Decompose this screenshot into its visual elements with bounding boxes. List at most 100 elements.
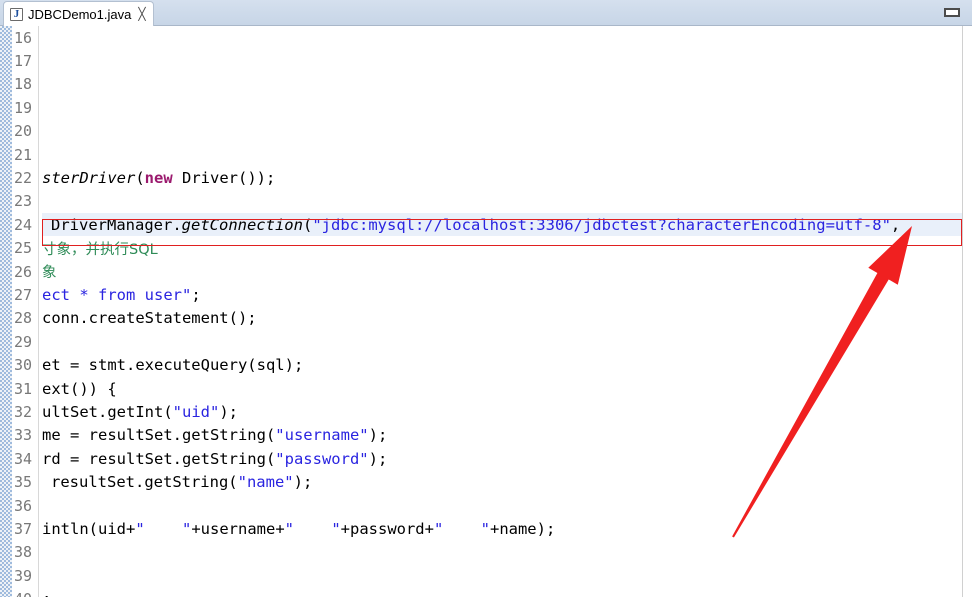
- code-line[interactable]: 34 rd = resultSet.getString("password");: [0, 447, 972, 470]
- code-text: sterDriver(new Driver());: [42, 169, 275, 187]
- code-line[interactable]: 28 conn.createStatement();: [0, 307, 972, 330]
- code-line[interactable]: 38: [0, 541, 972, 564]
- code-line[interactable]: 18: [0, 73, 972, 96]
- code-line[interactable]: 24 DriverManager.getConnection("jdbc:mysq…: [0, 213, 972, 237]
- eclipse-editor-window: J JDBCDemo1.java ╳ 16 17 18 19 20 21 22 sterDri…: [0, 0, 972, 597]
- java-file-icon: J: [10, 7, 23, 21]
- code-text: rd = resultSet.getString("password");: [42, 450, 387, 468]
- code-token: "jdbc:mysql://localhost:3306/jdbctest?ch…: [312, 215, 891, 234]
- line-number: 38: [13, 543, 32, 562]
- line-number: 37: [13, 519, 32, 538]
- code-text: ;: [42, 590, 51, 597]
- line-number: 32: [13, 402, 32, 421]
- code-token: "uid": [172, 402, 220, 421]
- code-line[interactable]: 40;: [0, 587, 972, 597]
- line-number: 24: [13, 215, 32, 234]
- code-token: +password+: [340, 519, 434, 538]
- code-token: ultSet.getInt(: [42, 402, 173, 421]
- code-token: +username+: [191, 519, 285, 538]
- line-number: 17: [13, 52, 32, 71]
- code-token: new: [144, 169, 173, 188]
- line-number: 40: [0, 590, 32, 597]
- code-line[interactable]: 30 et = stmt.executeQuery(sql);: [0, 353, 972, 376]
- line-number: 26: [13, 262, 32, 281]
- code-token: (: [302, 215, 313, 234]
- code-text: resultSet.getString("name");: [51, 473, 312, 491]
- line-number: 16: [13, 28, 32, 47]
- code-token: );: [368, 449, 388, 468]
- code-line[interactable]: 21: [0, 143, 972, 166]
- code-token: 象: [42, 265, 57, 282]
- code-line[interactable]: 25 寸象，并执行SQL: [0, 237, 972, 260]
- code-token: ect * from user": [42, 285, 192, 304]
- code-token: ;: [191, 285, 201, 304]
- code-token: et = stmt.executeQuery(sql);: [42, 356, 304, 375]
- code-line[interactable]: 23: [0, 190, 972, 213]
- code-token: 寸象，并执行SQL: [42, 241, 158, 258]
- code-token: DriverManager.: [51, 215, 182, 234]
- code-token: (: [135, 169, 145, 188]
- editor-tab-label: JDBCDemo1.java: [28, 6, 132, 22]
- code-text: ultSet.getInt("uid");: [42, 403, 238, 421]
- code-token: Driver());: [172, 169, 276, 188]
- line-number: 35: [13, 473, 32, 492]
- code-token: getConnection: [181, 215, 303, 234]
- code-token: " ": [284, 519, 341, 538]
- code-editor-area[interactable]: 16 17 18 19 20 21 22 sterDriver(new Driver()); 2…: [0, 26, 972, 597]
- code-token: );: [368, 426, 388, 445]
- code-line[interactable]: 17: [0, 49, 972, 72]
- maximize-icon[interactable]: [944, 8, 960, 17]
- code-token: +name);: [489, 519, 556, 538]
- code-text: intln(uid+" "+username+" "+password+" "+…: [42, 520, 555, 538]
- line-number: 30: [13, 356, 32, 375]
- code-token: conn.createStatement();: [42, 309, 257, 328]
- code-token: "name": [237, 473, 294, 492]
- code-line[interactable]: 39: [0, 564, 972, 587]
- code-token: me = resultSet.getString(: [42, 426, 276, 445]
- code-text: me = resultSet.getString("username");: [42, 426, 387, 444]
- code-text: et = stmt.executeQuery(sql);: [42, 356, 303, 374]
- code-token: sterDriver: [42, 169, 136, 188]
- line-number: 33: [13, 426, 32, 445]
- code-line[interactable]: 37 intln(uid+" "+username+" "+password+" …: [0, 517, 972, 540]
- code-text: 象: [42, 261, 57, 282]
- code-line[interactable]: 35 resultSet.getString("name");: [0, 470, 972, 493]
- code-line[interactable]: 32 ultSet.getInt("uid");: [0, 400, 972, 423]
- code-line[interactable]: 16: [0, 26, 972, 49]
- code-line[interactable]: 27 ect * from user";: [0, 283, 972, 306]
- code-line[interactable]: 26 象: [0, 260, 972, 283]
- line-number: 36: [13, 496, 32, 515]
- close-icon[interactable]: ╳: [138, 8, 145, 20]
- line-number: 19: [13, 98, 32, 117]
- line-number: 20: [13, 122, 32, 141]
- code-line[interactable]: 22 sterDriver(new Driver());: [0, 166, 972, 189]
- code-token: );: [219, 402, 238, 421]
- code-token: ext()) {: [42, 379, 117, 398]
- line-number: 34: [13, 449, 32, 468]
- code-line[interactable]: 33 me = resultSet.getString("username");: [0, 424, 972, 447]
- code-token: intln(uid+: [42, 519, 136, 538]
- code-text: conn.createStatement();: [42, 309, 257, 327]
- code-line[interactable]: 29: [0, 330, 972, 353]
- line-number: 39: [13, 566, 32, 585]
- code-token: resultSet.getString(: [51, 473, 238, 492]
- line-number: 22: [13, 169, 32, 188]
- code-token: ;: [42, 590, 51, 597]
- code-line[interactable]: 31 ext()) {: [0, 377, 972, 400]
- editor-tab-bar: J JDBCDemo1.java ╳: [0, 0, 972, 26]
- code-line[interactable]: 36: [0, 494, 972, 517]
- line-number: 27: [13, 285, 32, 304]
- code-text: ect * from user";: [42, 286, 201, 304]
- code-token: ,: [890, 215, 901, 234]
- code-token: " ": [135, 519, 192, 538]
- line-number: 21: [13, 145, 32, 164]
- code-token: "password": [275, 449, 369, 468]
- line-number: 25: [13, 239, 32, 258]
- code-line[interactable]: 20: [0, 120, 972, 143]
- code-token: " ": [433, 519, 490, 538]
- code-line[interactable]: 19: [0, 96, 972, 119]
- code-token: );: [293, 473, 313, 492]
- code-text: 寸象，并执行SQL: [42, 238, 158, 259]
- editor-tab-jdbcdemo1[interactable]: J JDBCDemo1.java ╳: [3, 1, 154, 26]
- line-number: 29: [13, 332, 32, 351]
